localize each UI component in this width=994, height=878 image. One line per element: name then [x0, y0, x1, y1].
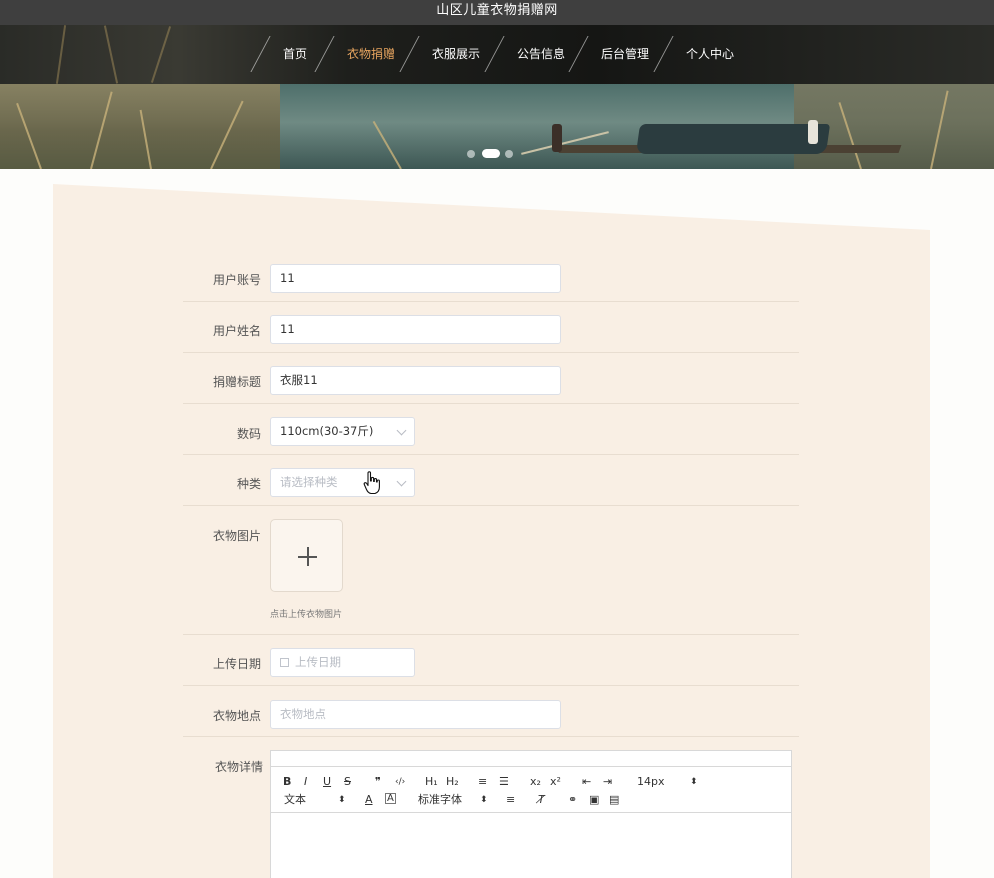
nav-divider: [314, 36, 335, 72]
title-input[interactable]: 衣服11: [270, 366, 561, 395]
category-select[interactable]: 请选择种类: [270, 468, 415, 497]
banner-decoration: [372, 120, 402, 169]
date-label: 上传日期: [212, 657, 261, 671]
background-color-button[interactable]: A: [385, 793, 396, 804]
location-label: 衣物地点: [212, 709, 261, 723]
category-label: 种类: [236, 477, 261, 491]
bullet-list-button[interactable]: ☰: [499, 775, 509, 789]
outdent-button[interactable]: ⇤: [582, 775, 591, 789]
chevron-updown-icon: ⬍: [480, 795, 488, 805]
editor-content-area[interactable]: [271, 814, 791, 878]
h2-button[interactable]: H₂: [446, 775, 459, 789]
bold-icon: B: [283, 775, 292, 788]
video-button[interactable]: ▤: [609, 793, 619, 807]
font-family-value: 标准字体: [418, 793, 462, 806]
chevron-down-icon: [396, 425, 407, 436]
chevron-updown-icon: ⬍: [690, 777, 698, 787]
account-input[interactable]: 11: [270, 264, 561, 293]
nav-item-announcements[interactable]: 公告信息: [517, 25, 565, 84]
editor-toolbar: B I U S ❞ ‹/› H₁ H₂ ≡ ☰ x₂ x² ⇤ ⇥ 14px ⬍…: [271, 766, 791, 813]
nav-divider: [653, 36, 674, 72]
font-family-select[interactable]: 标准字体: [418, 793, 462, 807]
detail-rich-editor: B I U S ❞ ‹/› H₁ H₂ ≡ ☰ x₂ x² ⇤ ⇥ 14px ⬍…: [270, 750, 792, 878]
chevron-down-icon: [396, 476, 407, 487]
nav-item-admin[interactable]: 后台管理: [601, 25, 649, 84]
image-upload-hint: 点击上传衣物图片: [270, 610, 343, 620]
form-row-category: 种类 请选择种类: [183, 455, 799, 506]
plus-icon: [307, 547, 309, 566]
nav-divider: [484, 36, 505, 72]
nav-divider: [250, 36, 271, 72]
form-row-name: 用户姓名 11: [183, 302, 799, 353]
chevron-updown-icon: ⬍: [338, 795, 346, 805]
bold-button[interactable]: B: [283, 775, 291, 789]
carousel-dot[interactable]: [505, 150, 513, 158]
hand-pointer-icon: [363, 471, 380, 495]
image-button[interactable]: ▣: [589, 793, 599, 807]
main-nav: 首页 衣物捐赠 衣服展示 公告信息 后台管理 个人中心: [0, 25, 994, 84]
form-row-size: 数码 110cm(30-37斤): [183, 404, 799, 455]
nav-item-home[interactable]: 首页: [283, 25, 307, 84]
underline-button[interactable]: U: [323, 775, 331, 789]
form-row-title: 捐赠标题 衣服11: [183, 353, 799, 404]
nav-divider: [568, 36, 589, 72]
subscript-button[interactable]: x₂: [530, 775, 541, 789]
nav-item-donate[interactable]: 衣物捐赠: [347, 25, 395, 84]
name-label: 用户姓名: [212, 324, 261, 338]
site-title-bar: 山区儿童衣物捐赠网: [0, 0, 994, 25]
form-row-date: 上传日期 上传日期: [183, 635, 799, 686]
banner-boat: [635, 124, 831, 154]
site-title: 山区儿童衣物捐赠网: [436, 3, 558, 18]
date-picker[interactable]: 上传日期: [270, 648, 415, 677]
superscript-button[interactable]: x²: [550, 775, 561, 789]
italic-button[interactable]: I: [304, 775, 307, 789]
clear-format-button[interactable]: T̸: [538, 793, 545, 807]
h1-button[interactable]: H₁: [425, 775, 438, 789]
nav-divider: [399, 36, 420, 72]
name-input[interactable]: 11: [270, 315, 561, 344]
date-picker-placeholder: 上传日期: [295, 655, 341, 669]
detail-label: 衣物详情: [214, 760, 263, 774]
nav-item-clothes-display[interactable]: 衣服展示: [432, 25, 480, 84]
size-select-value: 110cm(30-37斤): [280, 424, 374, 438]
banner-image-region: [0, 84, 280, 169]
font-size-value: 14px: [637, 775, 665, 788]
banner-figure: [808, 120, 818, 144]
image-upload-button[interactable]: [270, 519, 343, 592]
strike-button[interactable]: S: [344, 775, 351, 789]
account-label: 用户账号: [212, 273, 261, 287]
size-select[interactable]: 110cm(30-37斤): [270, 417, 415, 446]
form-row-location: 衣物地点 衣物地点: [183, 686, 799, 737]
carousel-dot-active[interactable]: [482, 149, 500, 158]
title-label: 捐赠标题: [212, 375, 261, 389]
size-label: 数码: [236, 427, 261, 441]
blockquote-button[interactable]: ❞: [375, 775, 381, 789]
ordered-list-button[interactable]: ≡: [478, 775, 487, 789]
banner-figure: [552, 124, 562, 152]
indent-button[interactable]: ⇥: [603, 775, 612, 789]
nav-item-personal-center[interactable]: 个人中心: [686, 25, 734, 84]
location-input[interactable]: 衣物地点: [270, 700, 561, 729]
font-size-select[interactable]: 14px: [637, 775, 665, 789]
link-button[interactable]: ⚭: [568, 793, 577, 807]
category-select-placeholder: 请选择种类: [280, 475, 338, 489]
code-block-button[interactable]: ‹/›: [395, 775, 405, 789]
font-color-button[interactable]: A: [365, 793, 373, 807]
block-format-value: 文本: [284, 793, 306, 806]
align-button[interactable]: ≡: [506, 793, 515, 807]
calendar-icon: [280, 658, 289, 667]
block-format-select[interactable]: 文本: [284, 793, 306, 807]
form-row-account: 用户账号 11: [183, 252, 799, 302]
image-label: 衣物图片: [212, 529, 261, 543]
carousel-dot[interactable]: [467, 150, 475, 158]
form-row-image: 衣物图片 点击上传衣物图片: [183, 506, 799, 635]
